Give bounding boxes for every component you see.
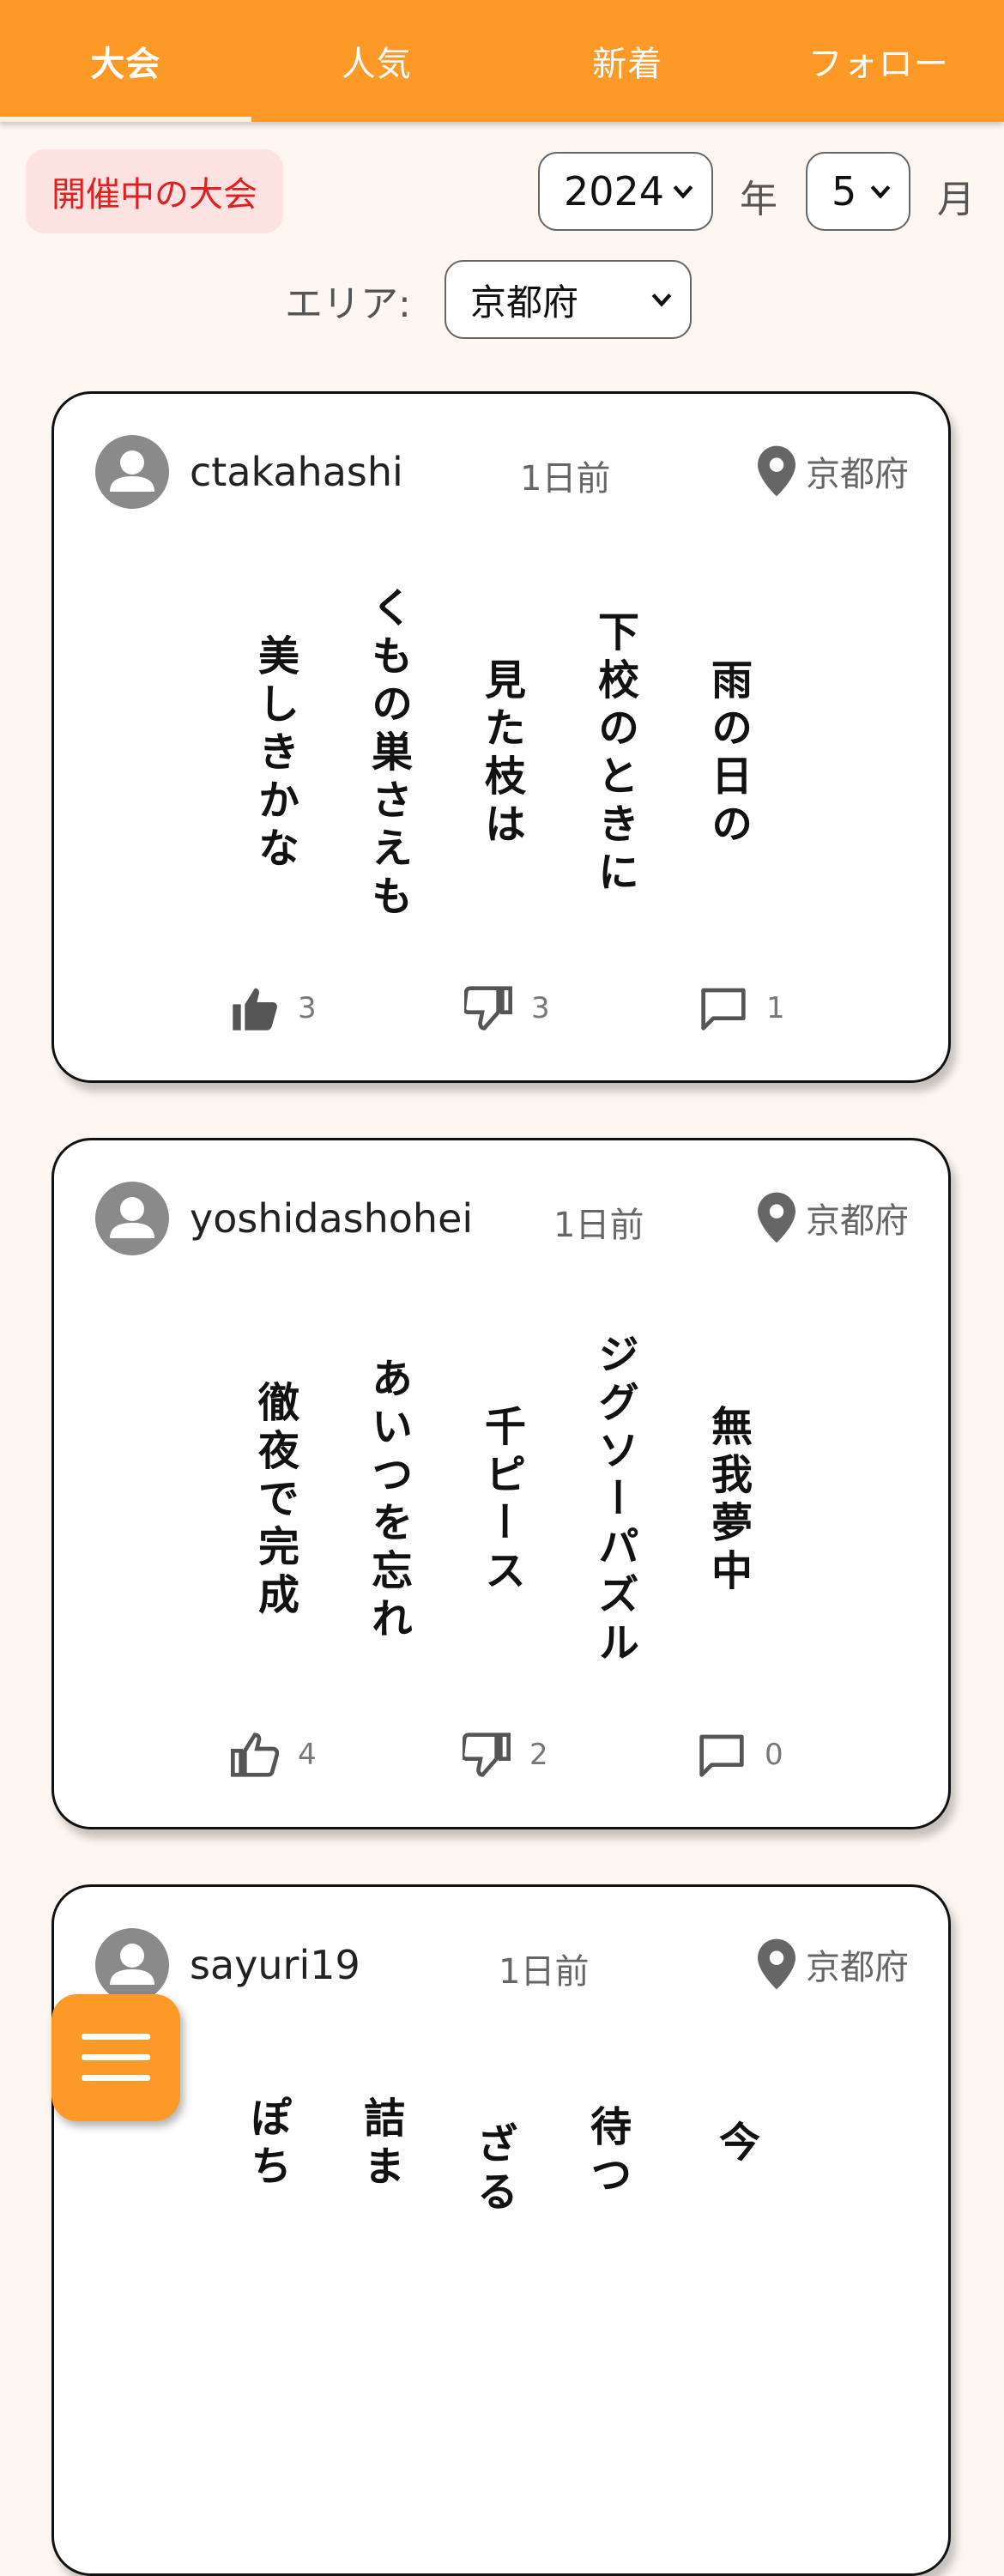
like-button[interactable]: 4 <box>231 1732 317 1777</box>
person-icon[interactable] <box>95 1928 169 2002</box>
comment-count: 1 <box>766 991 785 1025</box>
dislike-button[interactable]: 2 <box>463 1732 548 1777</box>
chevron-down-icon <box>869 180 892 203</box>
like-count: 3 <box>298 991 317 1025</box>
poem-line: ざる <box>479 2059 523 2230</box>
area-select[interactable]: 京都府 <box>445 260 692 339</box>
area-label: エリア: <box>285 273 411 328</box>
poem-line: 無我夢中 <box>705 1312 750 1690</box>
poem-line: 下校のときに <box>592 565 637 943</box>
poem-line: 千ピース <box>479 1312 523 1690</box>
tanka-poem: 無我夢中 ジグソーパズル 千ピース あいつを忘れ 徹夜で完成 <box>54 1312 948 1690</box>
comment-icon <box>699 986 747 1031</box>
post-location: 京都府 <box>758 1192 909 1243</box>
poem-line: 美しきかな <box>252 565 297 943</box>
poem-line: あいつを忘れ <box>366 1312 410 1690</box>
post-username[interactable]: ctakahashi <box>190 449 403 495</box>
comment-icon <box>698 1732 746 1777</box>
area-select-value: 京都府 <box>470 274 578 326</box>
poem-line: 徹夜で完成 <box>252 1312 297 1690</box>
poem-line: 今 <box>705 2059 750 2230</box>
year-unit: 年 <box>740 168 777 223</box>
post-time: 1日前 <box>520 450 610 500</box>
poem-line: 見た枝は <box>479 565 523 943</box>
month-unit: 月 <box>937 168 975 223</box>
tab-popular[interactable]: 人気 <box>251 0 503 122</box>
thumbs-down-icon <box>463 1732 511 1777</box>
chevron-down-icon <box>650 288 673 311</box>
post-location: 京都府 <box>758 1938 909 1990</box>
month-select-value: 5 <box>832 168 856 215</box>
poem-line: くもの巣さえも <box>366 565 410 943</box>
post-actions: 3 3 1 <box>54 986 948 1037</box>
map-pin-icon <box>758 1938 795 1990</box>
dislike-count: 3 <box>531 991 550 1025</box>
chevron-down-icon <box>672 180 694 203</box>
person-icon[interactable] <box>95 1182 169 1255</box>
post-username[interactable]: sayuri19 <box>190 1942 360 1988</box>
hamburger-menu-icon <box>82 2032 150 2083</box>
poem-line: 詰ま <box>366 2059 410 2230</box>
thumbs-up-icon <box>231 986 279 1031</box>
year-select-value: 2024 <box>564 168 664 215</box>
post-time: 1日前 <box>553 1197 644 1247</box>
post-card[interactable]: yoshidashohei 1日前 京都府 無我夢中 ジグソーパズル 千ピース … <box>51 1138 951 1829</box>
poem-line: ぽち <box>252 2059 297 2230</box>
comment-button[interactable]: 1 <box>699 986 785 1031</box>
post-actions: 4 2 0 <box>54 1732 948 1784</box>
post-time: 1日前 <box>499 1944 589 1993</box>
tab-tournament[interactable]: 大会 <box>0 0 251 122</box>
tab-new[interactable]: 新着 <box>502 0 753 122</box>
poem-line: 雨の日の <box>705 565 750 943</box>
ongoing-tournament-badge[interactable]: 開催中の大会 <box>26 149 283 233</box>
month-select[interactable]: 5 <box>806 152 910 231</box>
dislike-button[interactable]: 3 <box>464 986 550 1031</box>
post-username[interactable]: yoshidashohei <box>190 1195 473 1242</box>
post-card[interactable]: ctakahashi 1日前 京都府 雨の日の 下校のときに 見た枝は くもの巣… <box>51 391 951 1083</box>
poem-line: ジグソーパズル <box>592 1312 637 1690</box>
tanka-poem: 雨の日の 下校のときに 見た枝は くもの巣さえも 美しきかな <box>54 565 948 943</box>
thumbs-up-icon <box>231 1732 279 1777</box>
comment-count: 0 <box>765 1738 783 1772</box>
post-location-label: 京都府 <box>806 1939 909 1989</box>
map-pin-icon <box>758 445 795 497</box>
menu-button[interactable] <box>51 1994 180 2121</box>
like-count: 4 <box>298 1738 317 1772</box>
tab-follow[interactable]: フォロー <box>753 0 1004 122</box>
year-select[interactable]: 2024 <box>538 152 713 231</box>
post-card[interactable]: sayuri19 1日前 京都府 今 待つ ざる 詰ま ぽち <box>51 1884 951 2576</box>
post-location-label: 京都府 <box>806 446 909 496</box>
person-icon[interactable] <box>95 435 169 509</box>
map-pin-icon <box>758 1192 795 1243</box>
tanka-poem: 今 待つ ざる 詰ま ぽち <box>54 2059 948 2230</box>
post-location-label: 京都府 <box>806 1193 909 1243</box>
comment-button[interactable]: 0 <box>698 1732 783 1777</box>
like-button[interactable]: 3 <box>231 986 317 1031</box>
poem-line: 待つ <box>592 2059 637 2230</box>
thumbs-down-icon <box>464 986 512 1031</box>
dislike-count: 2 <box>529 1738 548 1772</box>
post-location: 京都府 <box>758 445 909 497</box>
top-tab-bar: 大会 人気 新着 フォロー <box>0 0 1004 122</box>
